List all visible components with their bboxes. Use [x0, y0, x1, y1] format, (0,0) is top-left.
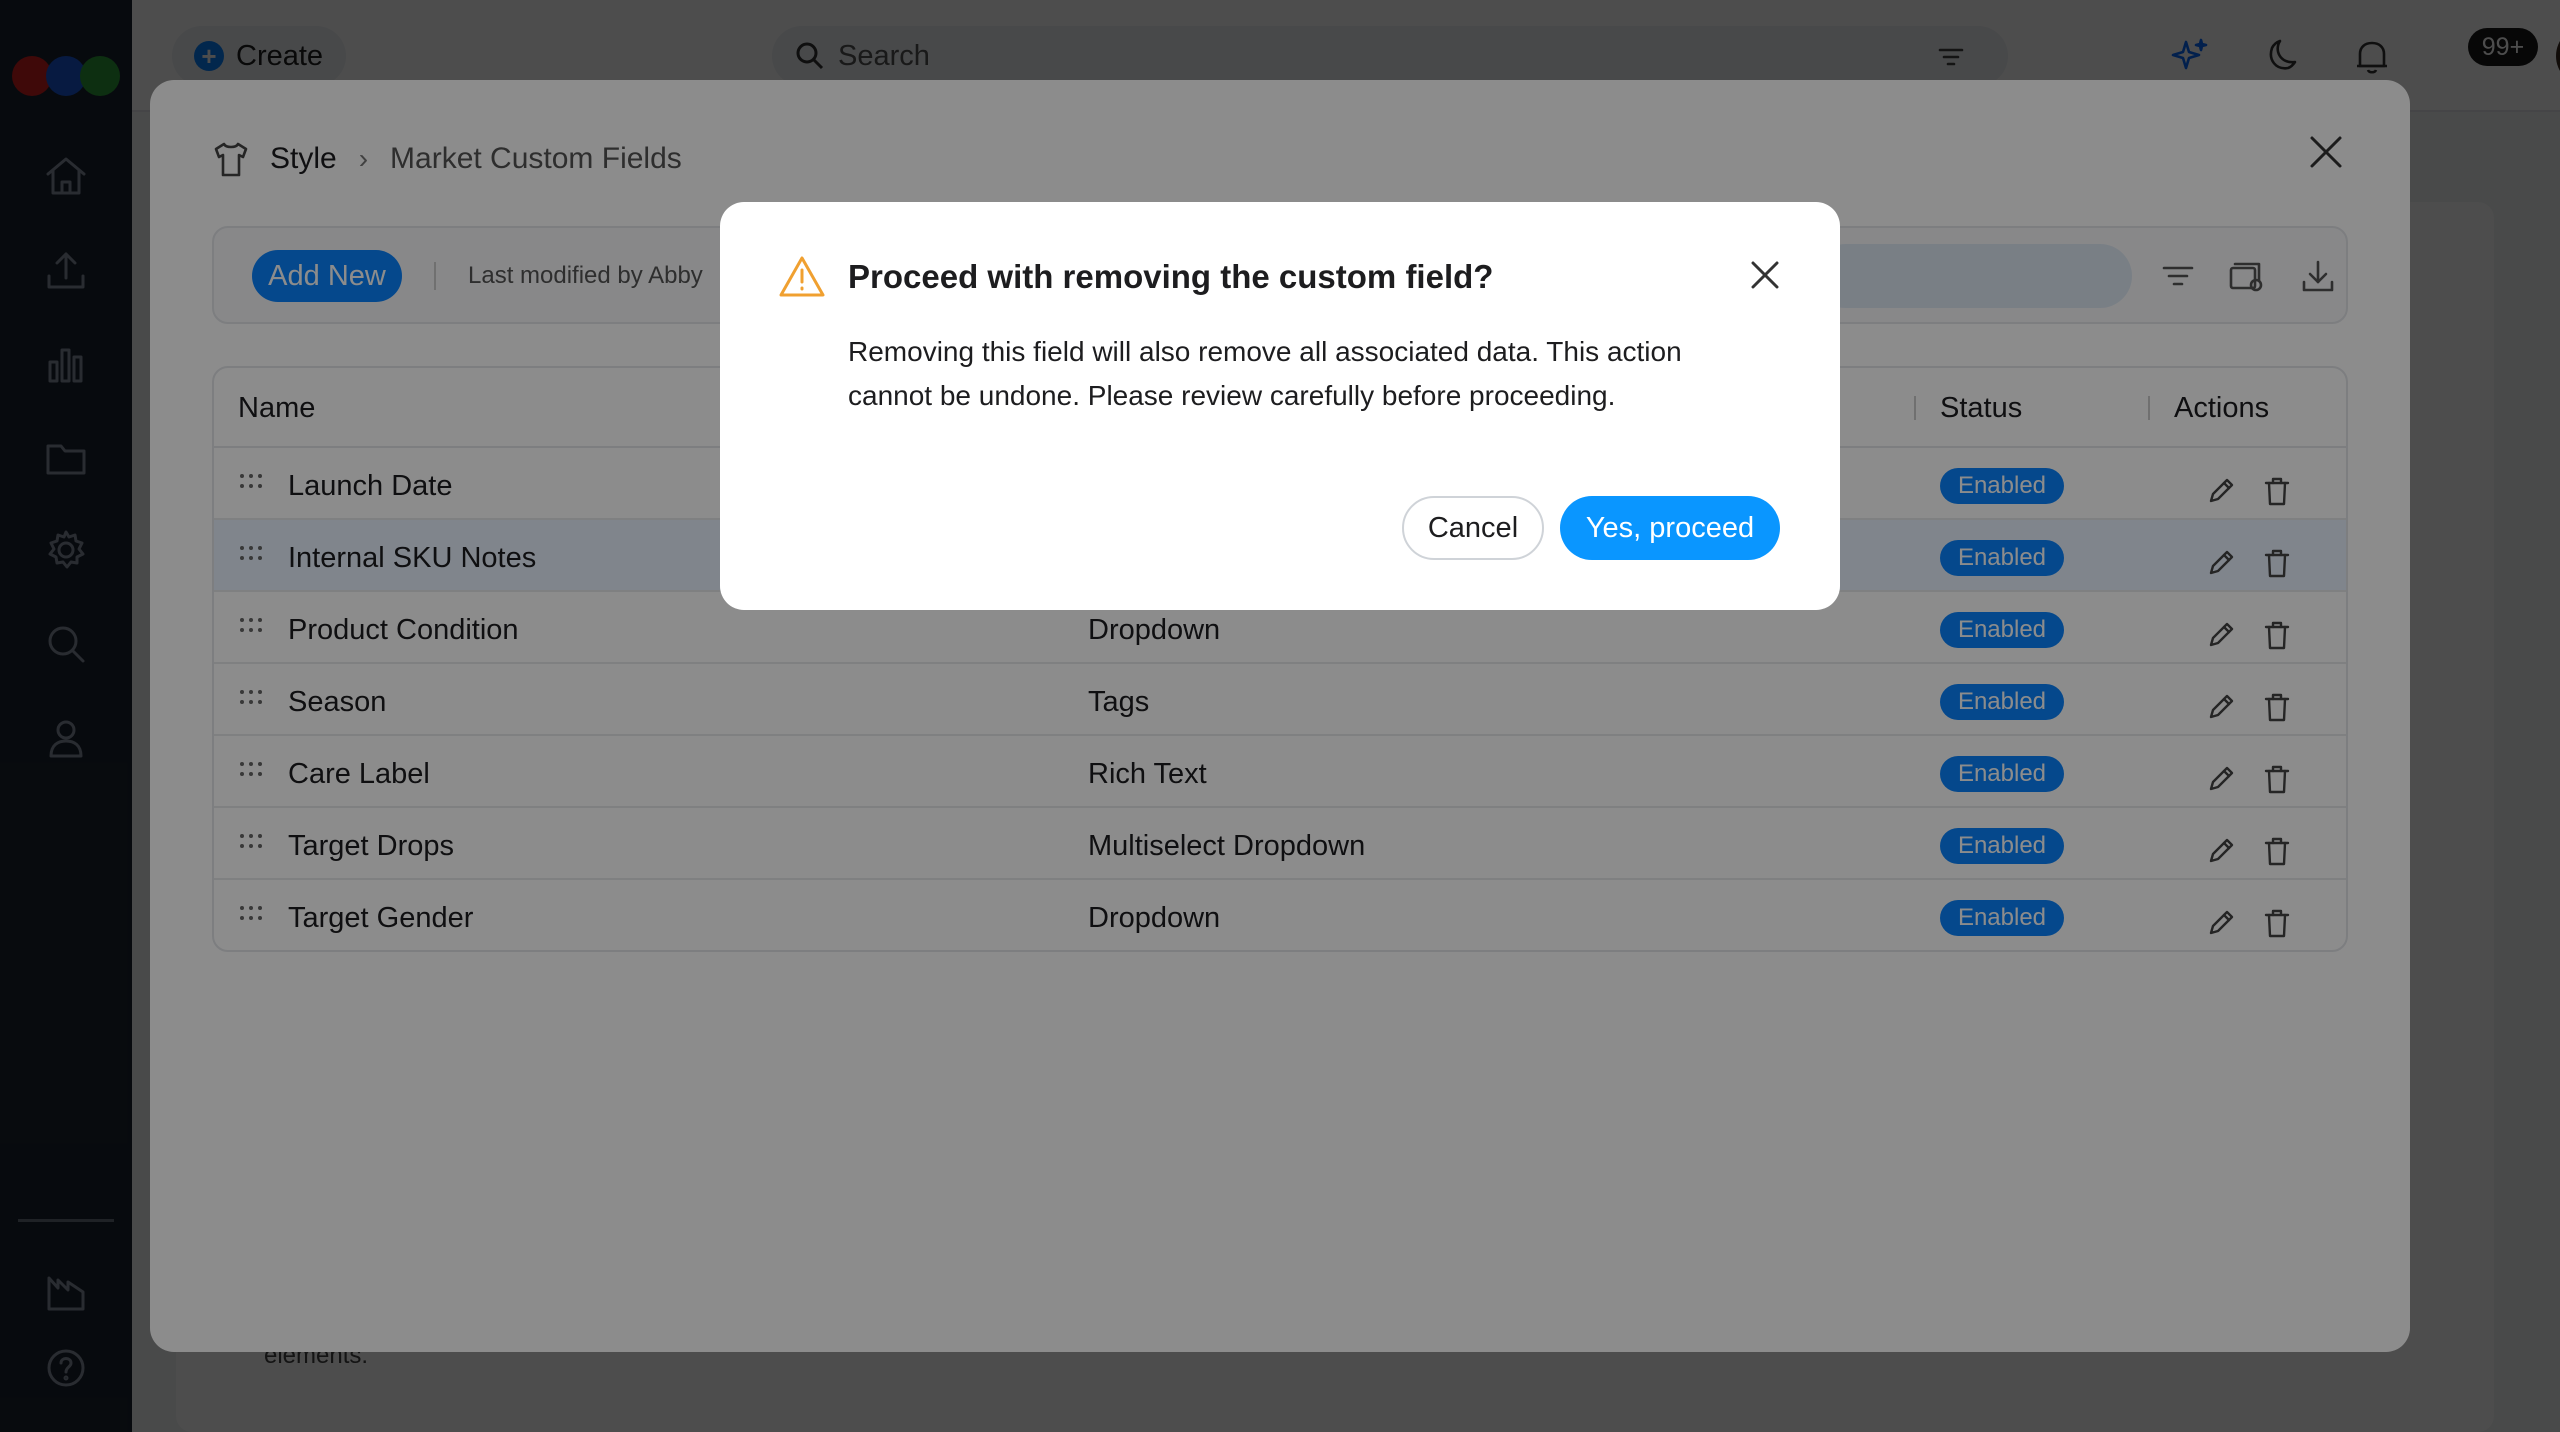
- warning-icon: [779, 256, 825, 297]
- dialog-close-icon[interactable]: [1748, 258, 1782, 292]
- confirm-proceed-button[interactable]: Yes, proceed: [1560, 496, 1780, 560]
- remove-field-confirm-dialog: Proceed with removing the custom field? …: [720, 202, 1840, 610]
- dialog-message: Removing this field will also remove all…: [848, 336, 1682, 411]
- dialog-title: Proceed with removing the custom field?: [848, 258, 1494, 295]
- cancel-button[interactable]: Cancel: [1402, 496, 1544, 560]
